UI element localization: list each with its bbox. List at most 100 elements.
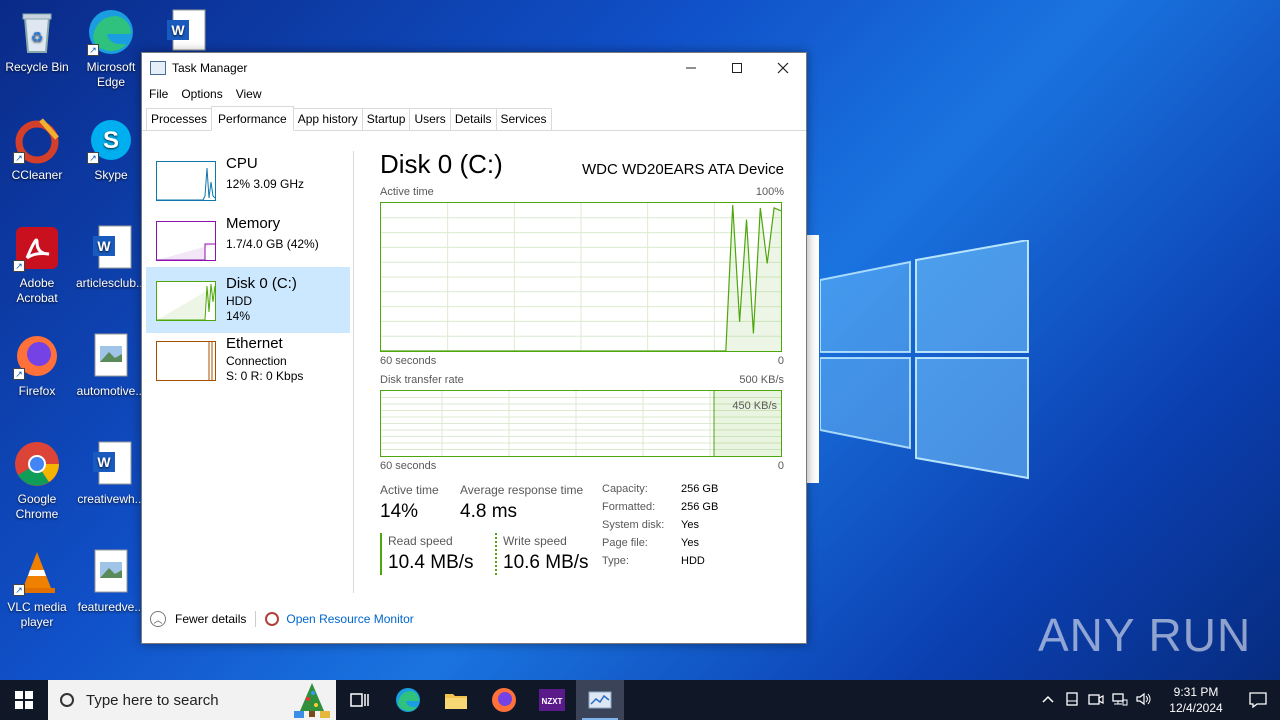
active-time-graph — [380, 202, 782, 352]
show-hidden-icons-button[interactable] — [1036, 693, 1060, 707]
desktop-icon-vlc[interactable]: ↗ VLC media player — [0, 548, 74, 630]
sidebar-item-throughput: S: 0 R: 0 Kbps — [226, 369, 304, 383]
read-speed-label: Read speed — [388, 534, 453, 548]
property-key: Page file: — [602, 537, 648, 549]
tab-services[interactable]: Services — [495, 108, 552, 130]
task-view-button[interactable] — [336, 680, 384, 720]
desktop-icon-featuredve[interactable]: featuredve... — [74, 548, 148, 615]
sidebar-item-memory[interactable]: Memory 1.7/4.0 GB (42%) — [146, 207, 350, 273]
adobe-acrobat-icon: ↗ — [13, 224, 61, 272]
write-speed-indicator — [495, 533, 497, 575]
word-document-icon: W — [87, 224, 135, 272]
desktop-icon-microsoft-edge[interactable]: ↗ Microsoft Edge — [74, 8, 148, 90]
start-button[interactable] — [0, 680, 48, 720]
windows-start-icon — [15, 691, 33, 709]
disk-properties: Capacity: 256 GB Formatted: 256 GB System … — [602, 483, 718, 573]
open-resource-monitor-link[interactable]: Open Resource Monitor — [286, 612, 413, 626]
cpu-thumbnail-graph — [156, 161, 216, 201]
write-speed-value: 10.6 MB/s — [503, 552, 589, 573]
sidebar-item-detail: Connection — [226, 354, 287, 368]
tab-users[interactable]: Users — [409, 108, 451, 130]
image-file-icon — [87, 332, 135, 380]
tab-details[interactable]: Details — [449, 108, 497, 130]
taskbar-clock[interactable]: 9:31 PM 12/4/2024 — [1160, 684, 1232, 716]
transfer-rate-graph: 450 KB/s — [380, 390, 782, 457]
desktop-icon-google-chrome[interactable]: Google Chrome — [0, 440, 74, 522]
memory-thumbnail-graph — [156, 221, 216, 261]
window-title: Task Manager — [172, 61, 248, 75]
tray-network-button[interactable] — [1108, 692, 1132, 709]
desktop-icon-articlesclub[interactable]: W articlesclub... — [74, 224, 148, 291]
shortcut-arrow-icon: ↗ — [87, 44, 99, 56]
taskbar-firefox-button[interactable] — [480, 680, 528, 720]
menu-file[interactable]: File — [149, 87, 168, 101]
word-document-icon: W — [161, 8, 209, 56]
desktop-icon-adobe-acrobat[interactable]: ↗ Adobe Acrobat — [0, 224, 74, 306]
desktop-icon-recycle-bin[interactable]: ♻ Recycle Bin — [0, 8, 74, 75]
taskbar-edge-button[interactable] — [384, 680, 432, 720]
shortcut-arrow-icon: ↗ — [13, 368, 25, 380]
active-time-stat-label: Active time — [380, 483, 439, 497]
taskbar-file-explorer-button[interactable] — [432, 680, 480, 720]
transfer-rate-graph-max: 500 KB/s — [739, 374, 784, 386]
desktop-icon-firefox[interactable]: ↗ Firefox — [0, 332, 74, 399]
tab-app-history[interactable]: App history — [292, 108, 363, 130]
desktop-icon-skype[interactable]: S ↗ Skype — [74, 116, 148, 183]
tab-processes[interactable]: Processes — [146, 108, 213, 130]
sidebar-item-label: CPU — [226, 155, 258, 172]
sidebar-item-detail: 1.7/4.0 GB (42%) — [226, 237, 319, 251]
maximize-button[interactable] — [714, 53, 760, 83]
graph-axis-left-label: 60 seconds — [380, 355, 437, 367]
minimize-icon — [686, 67, 696, 69]
sidebar-item-disk[interactable]: Disk 0 (C:) HDD 14% — [146, 267, 350, 333]
shortcut-arrow-icon: ↗ — [87, 152, 99, 164]
sidebar-item-cpu[interactable]: CPU 12% 3.09 GHz — [146, 147, 350, 213]
menu-options[interactable]: Options — [181, 87, 222, 101]
taskbar-task-manager-button[interactable] — [576, 680, 624, 720]
performance-sidebar: CPU 12% 3.09 GHz Memory 1.7/4.0 GB (42%)… — [146, 147, 352, 593]
sidebar-item-ethernet[interactable]: Ethernet Connection S: 0 R: 0 Kbps — [146, 327, 350, 393]
windows-logo-wallpaper — [820, 240, 1029, 480]
desktop-icon-creativewh[interactable]: W creativewh... — [74, 440, 148, 507]
camera-icon — [1088, 693, 1104, 705]
chevron-up-icon[interactable]: ︿ — [150, 611, 166, 627]
svg-text:W: W — [171, 22, 185, 38]
desktop-icon-automotive[interactable]: automotive... — [74, 332, 148, 399]
title-bar[interactable]: Task Manager — [142, 53, 806, 83]
recycle-bin-icon: ♻ — [13, 8, 61, 56]
active-time-graph-label: Active time — [380, 186, 434, 198]
taskbar-search-box[interactable]: Type here to search — [48, 680, 336, 720]
shortcut-arrow-icon: ↗ — [13, 152, 25, 164]
search-placeholder: Type here to search — [86, 691, 219, 709]
notification-center-button[interactable] — [1236, 692, 1280, 708]
taskbar-nzxt-button[interactable]: NZXT — [528, 680, 576, 720]
tab-performance[interactable]: Performance — [211, 106, 294, 131]
property-row: System disk: Yes — [602, 519, 718, 537]
tray-device-button[interactable] — [1060, 691, 1084, 709]
desktop-icon-ccleaner[interactable]: ↗ CCleaner — [0, 116, 74, 183]
window-footer: ︿ Fewer details Open Resource Monitor — [150, 611, 414, 627]
property-value: 256 GB — [681, 483, 719, 495]
read-speed-indicator — [380, 533, 382, 575]
disk-title: Disk 0 (C:) — [380, 149, 503, 179]
close-button[interactable] — [760, 53, 806, 83]
active-time-chart — [381, 203, 781, 351]
tray-meet-now-button[interactable] — [1084, 692, 1108, 709]
sidebar-item-label: Disk 0 (C:) — [226, 275, 297, 292]
close-icon — [777, 62, 789, 74]
property-key: Capacity: — [602, 483, 648, 495]
minimize-button[interactable] — [668, 53, 714, 83]
clock-time: 9:31 PM — [1173, 685, 1219, 699]
fewer-details-link[interactable]: Fewer details — [175, 612, 246, 626]
transfer-rate-graph-label: Disk transfer rate — [380, 374, 464, 386]
task-manager-app-icon — [150, 61, 166, 75]
property-key: System disk: — [602, 519, 665, 531]
graph-axis-left-label: 60 seconds — [380, 460, 437, 472]
task-manager-window: Task Manager File Options View Processes… — [141, 52, 807, 644]
sidebar-item-label: Ethernet — [226, 335, 283, 352]
svg-text:NZXT: NZXT — [542, 697, 563, 706]
tab-startup[interactable]: Startup — [361, 108, 411, 130]
property-value: 256 GB — [681, 501, 719, 513]
menu-view[interactable]: View — [236, 87, 262, 101]
tray-volume-button[interactable] — [1132, 692, 1156, 709]
